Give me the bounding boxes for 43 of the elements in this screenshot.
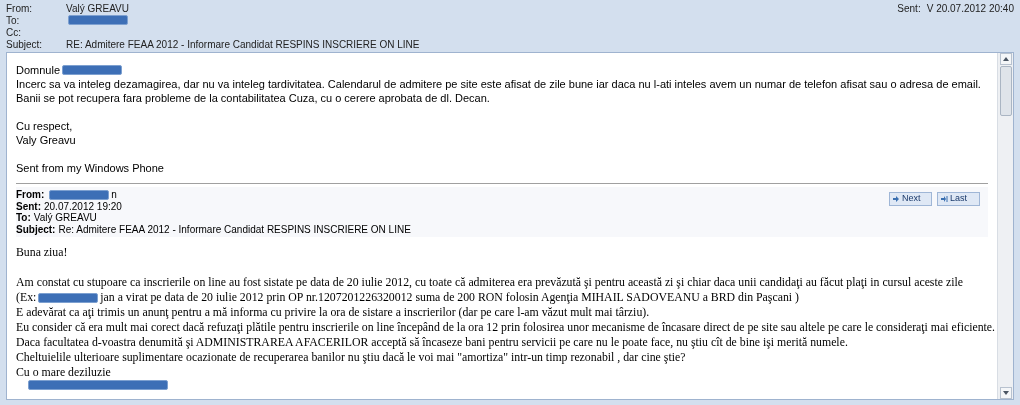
text: Valý GREAVU [66, 1, 129, 16]
text: jan a virat pe data de 20 iulie 2012 prin OP nr.1207201226320012 suma de 200 RON folosin Agenţia MIHAIL SADOVEANU a BRD din Paşcani ) [100, 290, 799, 305]
field-label: From: [6, 1, 34, 16]
text: Cu respect, [16, 119, 73, 133]
nav-button[interactable]: Next [889, 192, 932, 206]
arrow-down-icon[interactable] [999, 387, 1012, 399]
text: Banii se pot recupera fara probleme de la contabilitatea Cuza, cu o cerere aprobata de dl. Decan. [16, 91, 490, 105]
arrow-up-icon[interactable] [999, 53, 1012, 65]
text: Re: Admitere FEAA 2012 - Informare Candidat RESPINS INSCRIERE ON LINE [58, 223, 411, 235]
field-label: From: [16, 189, 45, 201]
text: E adevărat ca aţi trimis un anunţ pentru a mă informa cu privire la ora de sistare a inscrierilor (dar pe care l-am văzut mult mai târziu). [16, 305, 650, 320]
text: (Ex: [16, 290, 37, 305]
text: Am constat cu stupoare ca inscrierile on line au fost sistate pe data de 20 iulie 2012, cu toate că admiterea era prevăzută şi pentru această zi şi chiar daca unii candidaţi au făcut plaţi in cursul aceste zile [16, 275, 963, 290]
text: Sent from my Windows Phone [16, 161, 164, 175]
field-label: Subject: [16, 223, 56, 235]
text: Eu consider că era mult mai corect dacă refuzaţi plătile pentru inscrierile on line începând de la ora 12 prin folosirea unor mecanisme de încasare direct de pe site sau altele pe care le consideraţi mai eficiente. [16, 320, 995, 335]
field-label: Subject: [6, 37, 44, 52]
text: RE: Admitere FEAA 2012 - Informare Candidat RESPINS INSCRIERE ON LINE [66, 37, 420, 52]
arrow-right-icon [892, 195, 900, 203]
redaction-bar [49, 189, 110, 200]
field-label: Sent: [897, 1, 921, 16]
text: Buna ziua! [16, 245, 68, 260]
text: Domnule [16, 63, 61, 77]
text: n [111, 189, 117, 201]
sent-date: V 20.07.2012 20:40 [926, 1, 1014, 16]
redaction-bar [38, 292, 99, 303]
field-label: To: [16, 212, 31, 224]
arrow-end-icon [940, 195, 948, 203]
text: Incerc sa va inteleg dezamagirea, dar nu va inteleg tardivitatea. Calendarul de admitere pe site este afisat de zile bune iar daca nu l-ati inteles avem un numar de telefon afisat sau o adresa de email. [16, 77, 981, 91]
field-label: Cc: [6, 25, 22, 40]
text: Daca facultatea d-voastra denumită şi ADMINISTRAREA AFACERILOR acceptă să încaseze bani pentru servicii pe care nu le poate face, nu ştiu cît de bine işi merită numele. [16, 335, 848, 350]
scrollbar[interactable] [997, 53, 1013, 399]
redaction-bar [62, 65, 123, 75]
field-label: Sent: [16, 200, 41, 212]
text: Cheltuielile ulterioare suplimentare ocazionate de recuperarea banilor nu ştiu dacă le voi mai "amortiza" intr-un timp rezonabil , dar cine ştie? [16, 350, 686, 365]
text: 20.07.2012 19:20 [44, 200, 122, 212]
scroll-thumb[interactable] [999, 66, 1012, 116]
nav-button[interactable]: Last [937, 192, 980, 206]
redaction-bar [68, 15, 128, 25]
field-label: To: [6, 13, 21, 28]
text: Cu o mare deziluzie [16, 365, 111, 380]
text: Valy Greavu [16, 133, 76, 147]
text: Valý GREAVU [33, 212, 97, 224]
